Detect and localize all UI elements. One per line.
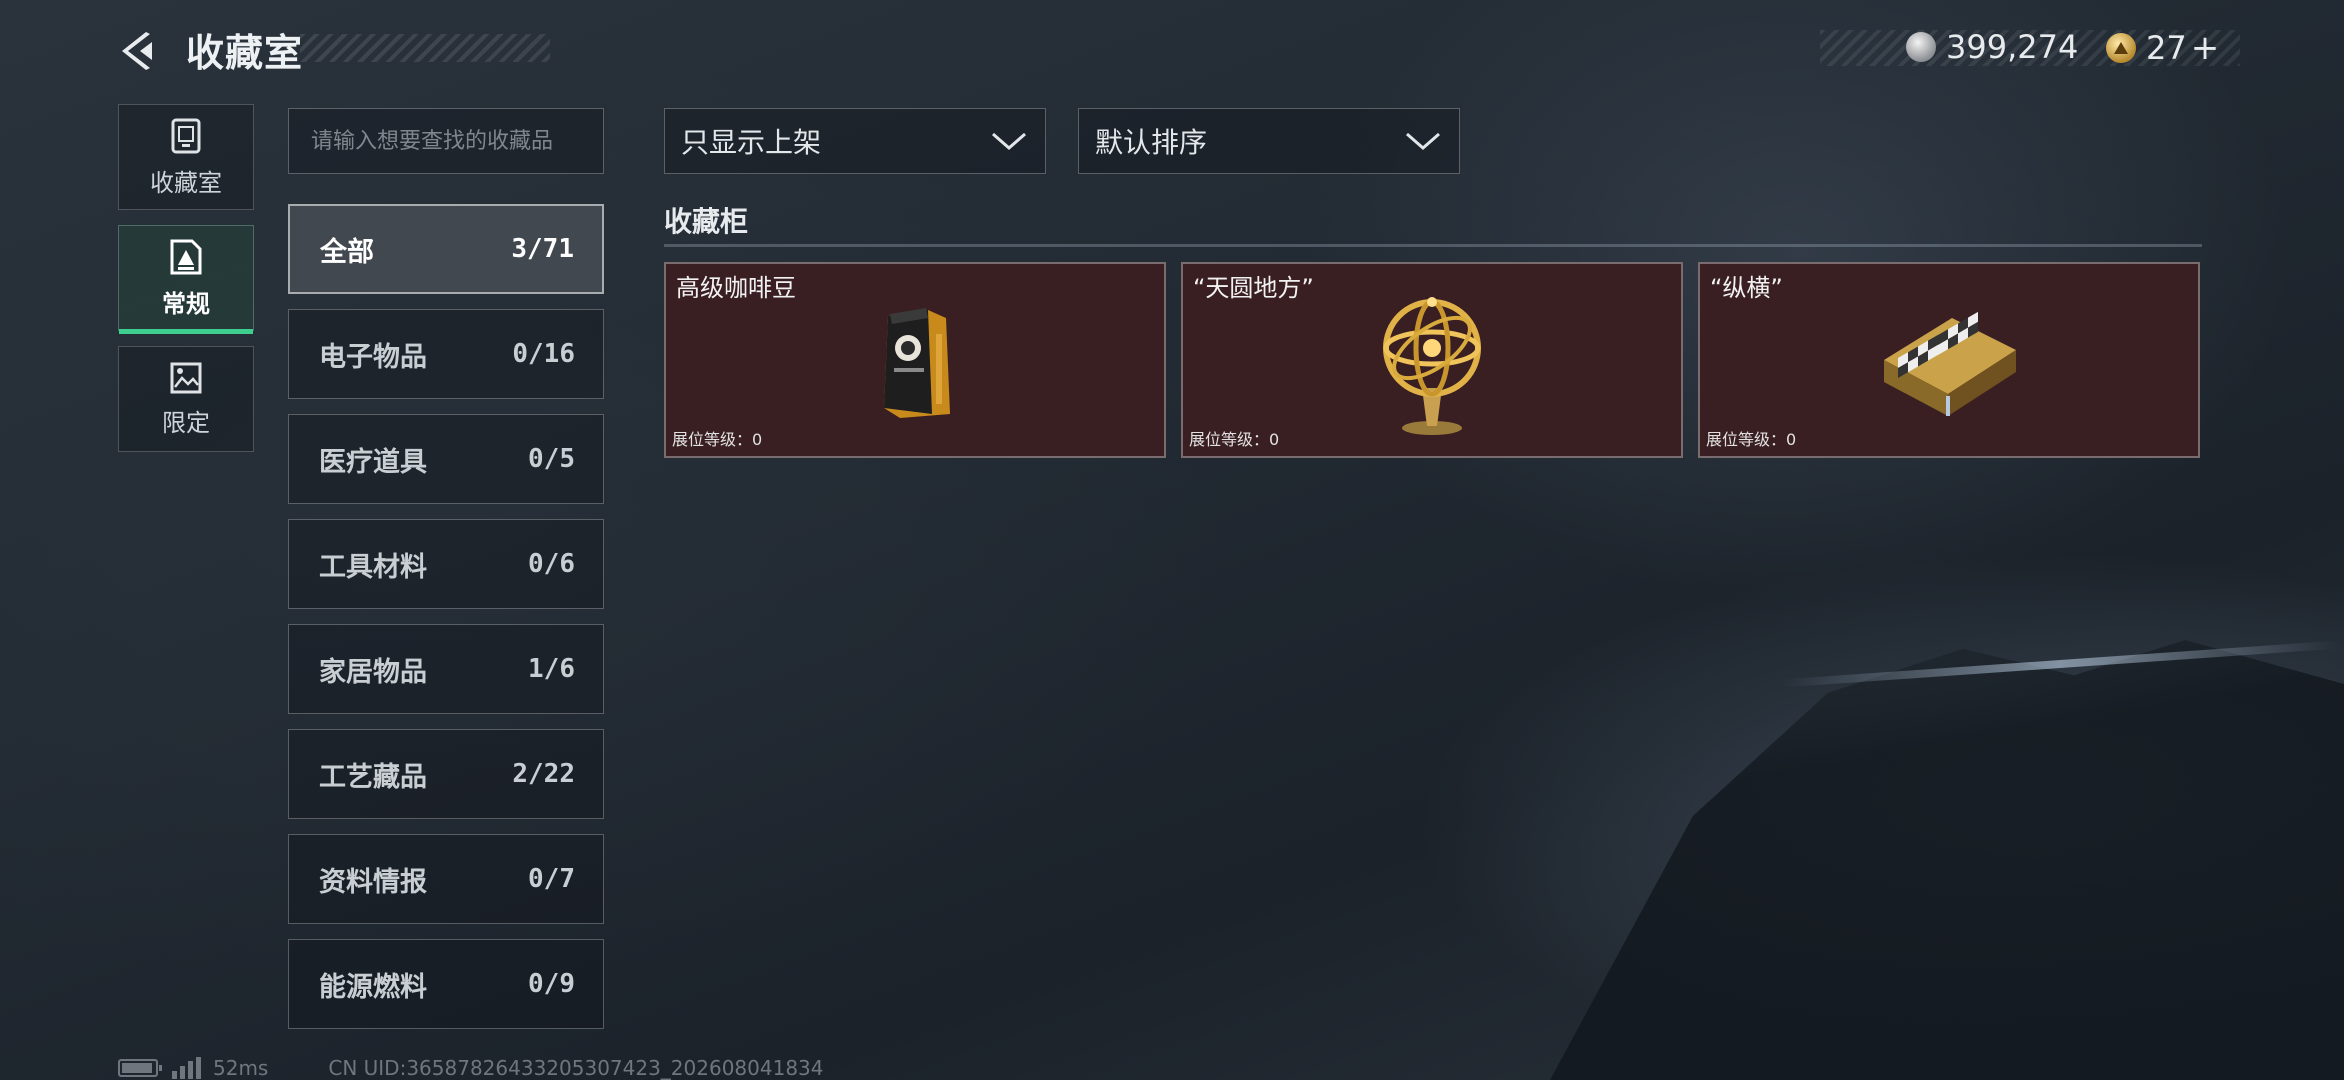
title-decoration xyxy=(300,34,550,62)
cabinet-divider xyxy=(664,244,2202,247)
category-count: 0/7 xyxy=(528,864,575,894)
collection-item-name: “天圆地方” xyxy=(1193,274,1314,302)
chevron-down-icon xyxy=(992,132,1026,150)
ping-value: 52ms xyxy=(213,1056,269,1080)
side-tab-label: 常规 xyxy=(162,289,210,318)
back-button[interactable] xyxy=(114,26,164,76)
search-input[interactable] xyxy=(288,108,604,174)
currency-gold-value: 27 xyxy=(2146,29,2187,67)
status-footer: 52ms CN UID:36587826433205307423_2026080… xyxy=(118,1056,824,1080)
category-count: 0/5 xyxy=(528,444,575,474)
category-count: 0/9 xyxy=(528,969,575,999)
sort-value: 默认排序 xyxy=(1095,126,1208,159)
category-name: 工具材料 xyxy=(319,551,427,583)
category-fuel[interactable]: 能源燃料 0/9 xyxy=(288,939,604,1029)
battery-icon xyxy=(118,1059,162,1077)
currency-silver-value: 399,274 xyxy=(1946,28,2079,66)
cabinet-title: 收藏柜 xyxy=(664,205,749,238)
collection-level: 展位等级：0 xyxy=(1189,430,1280,449)
side-tab-regular[interactable]: 常规 xyxy=(118,225,254,334)
picture-icon xyxy=(170,362,202,393)
category-name: 能源燃料 xyxy=(319,971,427,1003)
chevron-down-icon xyxy=(1406,132,1440,150)
display-filter-dropdown[interactable]: 只显示上架 xyxy=(664,108,1046,174)
collection-level: 展位等级：0 xyxy=(1706,430,1797,449)
category-crafts[interactable]: 工艺藏品 2/22 xyxy=(288,729,604,819)
currency-silver: 399,274 xyxy=(1906,28,2078,66)
collection-item-name: 高级咖啡豆 xyxy=(676,274,796,302)
document-icon xyxy=(170,239,202,274)
side-tab-limited[interactable]: 限定 xyxy=(118,346,254,452)
category-household[interactable]: 家居物品 1/6 xyxy=(288,624,604,714)
back-arrow-icon xyxy=(122,32,152,70)
collection-level: 展位等级：0 xyxy=(672,430,763,449)
collection-card-coffee[interactable]: 高级咖啡豆 展位等级：0 xyxy=(664,262,1166,458)
category-name: 电子物品 xyxy=(319,341,427,373)
side-tab-collection-room[interactable]: 收藏室 xyxy=(118,104,254,210)
sort-dropdown[interactable]: 默认排序 xyxy=(1078,108,1460,174)
side-tab-label: 限定 xyxy=(162,408,210,437)
silver-coin-icon xyxy=(1906,32,1936,62)
add-currency-button[interactable]: + xyxy=(2191,28,2220,68)
category-tools[interactable]: 工具材料 0/6 xyxy=(288,519,604,609)
currency-gold[interactable]: 27 + xyxy=(2106,28,2219,68)
gold-token-icon xyxy=(2106,33,2136,63)
category-intel[interactable]: 资料情报 0/7 xyxy=(288,834,604,924)
category-medical[interactable]: 医疗道具 0/5 xyxy=(288,414,604,504)
category-name: 资料情报 xyxy=(319,866,427,898)
cabinet-icon xyxy=(171,118,201,153)
category-name: 医疗道具 xyxy=(319,446,427,478)
chess-board-icon xyxy=(1884,311,2016,416)
coffee-bag-icon xyxy=(884,308,950,418)
category-electronics[interactable]: 电子物品 0/16 xyxy=(288,309,604,399)
category-count: 0/6 xyxy=(528,549,575,579)
collection-card-armillary[interactable]: “天圆地方” 展位等级：0 xyxy=(1181,262,1683,458)
side-tab-label: 收藏室 xyxy=(150,168,222,197)
category-count: 2/22 xyxy=(512,759,575,789)
category-all[interactable]: 全部 3/71 xyxy=(288,204,604,294)
collection-item-name: “纵横” xyxy=(1710,274,1783,302)
category-name: 全部 xyxy=(320,236,374,268)
signal-icon xyxy=(172,1057,201,1079)
category-count: 1/6 xyxy=(528,654,575,684)
user-uid: CN UID:36587826433205307423_202608041834 xyxy=(328,1056,824,1080)
background-mountain xyxy=(1550,640,2344,1080)
page-title: 收藏室 xyxy=(186,31,304,75)
display-filter-value: 只显示上架 xyxy=(681,126,822,159)
category-count: 3/71 xyxy=(511,234,574,264)
category-name: 工艺藏品 xyxy=(319,761,427,793)
armillary-sphere-icon xyxy=(1383,297,1481,435)
category-name: 家居物品 xyxy=(319,656,427,688)
category-count: 0/16 xyxy=(512,339,575,369)
collection-card-chess[interactable]: “纵横” 展位等级：0 xyxy=(1698,262,2200,458)
